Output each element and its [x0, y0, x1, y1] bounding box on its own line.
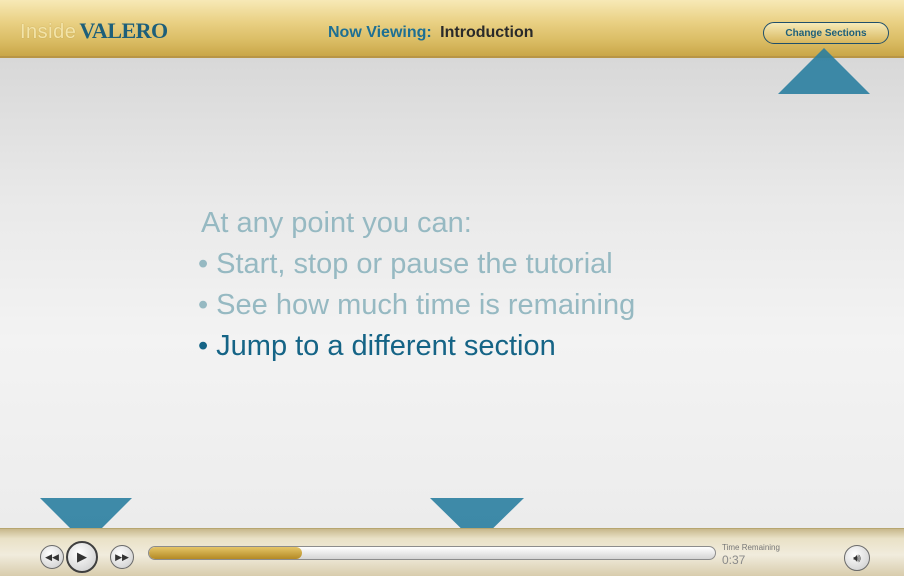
fast-forward-icon: ▶▶	[115, 551, 129, 562]
progress-fill	[149, 547, 302, 559]
logo-inside-text: Inside	[20, 21, 77, 43]
bullet-item-active: • Jump to a different section	[198, 326, 635, 367]
now-viewing-title: Introduction	[440, 24, 534, 41]
bullet-text: See how much time is remaining	[216, 289, 636, 321]
slide-bullet-list: • Start, stop or pause the tutorial • See …	[198, 244, 635, 367]
speaker-icon: 🔊︎	[853, 550, 861, 565]
now-viewing: Now Viewing: Introduction	[328, 24, 533, 42]
time-remaining-value: 0:37	[722, 553, 746, 567]
fast-forward-button[interactable]: ▶▶	[110, 545, 134, 569]
rewind-icon: ◀◀	[45, 551, 59, 562]
now-viewing-label: Now Viewing:	[328, 24, 432, 41]
header-bar: Inside VALERO Now Viewing: Introduction …	[0, 0, 904, 58]
rewind-button[interactable]: ◀◀	[40, 545, 64, 569]
bullet-dot: •	[198, 330, 209, 362]
change-sections-button[interactable]: Change Sections	[763, 22, 889, 44]
time-remaining-label: Time Remaining	[722, 543, 780, 552]
play-button[interactable]: ▶	[66, 541, 98, 573]
bullet-dot: •	[198, 248, 209, 280]
bullet-item: • See how much time is remaining	[198, 285, 635, 326]
volume-button[interactable]: 🔊︎	[844, 545, 870, 571]
inside-valero-logo: Inside VALERO	[20, 18, 168, 46]
change-sections-pointer-icon	[778, 48, 870, 94]
bullet-text: Start, stop or pause the tutorial	[216, 248, 613, 280]
play-icon: ▶	[77, 549, 87, 564]
bullet-text: Jump to a different section	[216, 330, 556, 362]
slide-intro-text: At any point you can:	[201, 207, 472, 239]
bullet-dot: •	[198, 289, 209, 321]
progress-bar[interactable]	[148, 546, 716, 560]
logo-valero-text: VALERO	[79, 18, 168, 43]
bullet-item: • Start, stop or pause the tutorial	[198, 244, 635, 285]
